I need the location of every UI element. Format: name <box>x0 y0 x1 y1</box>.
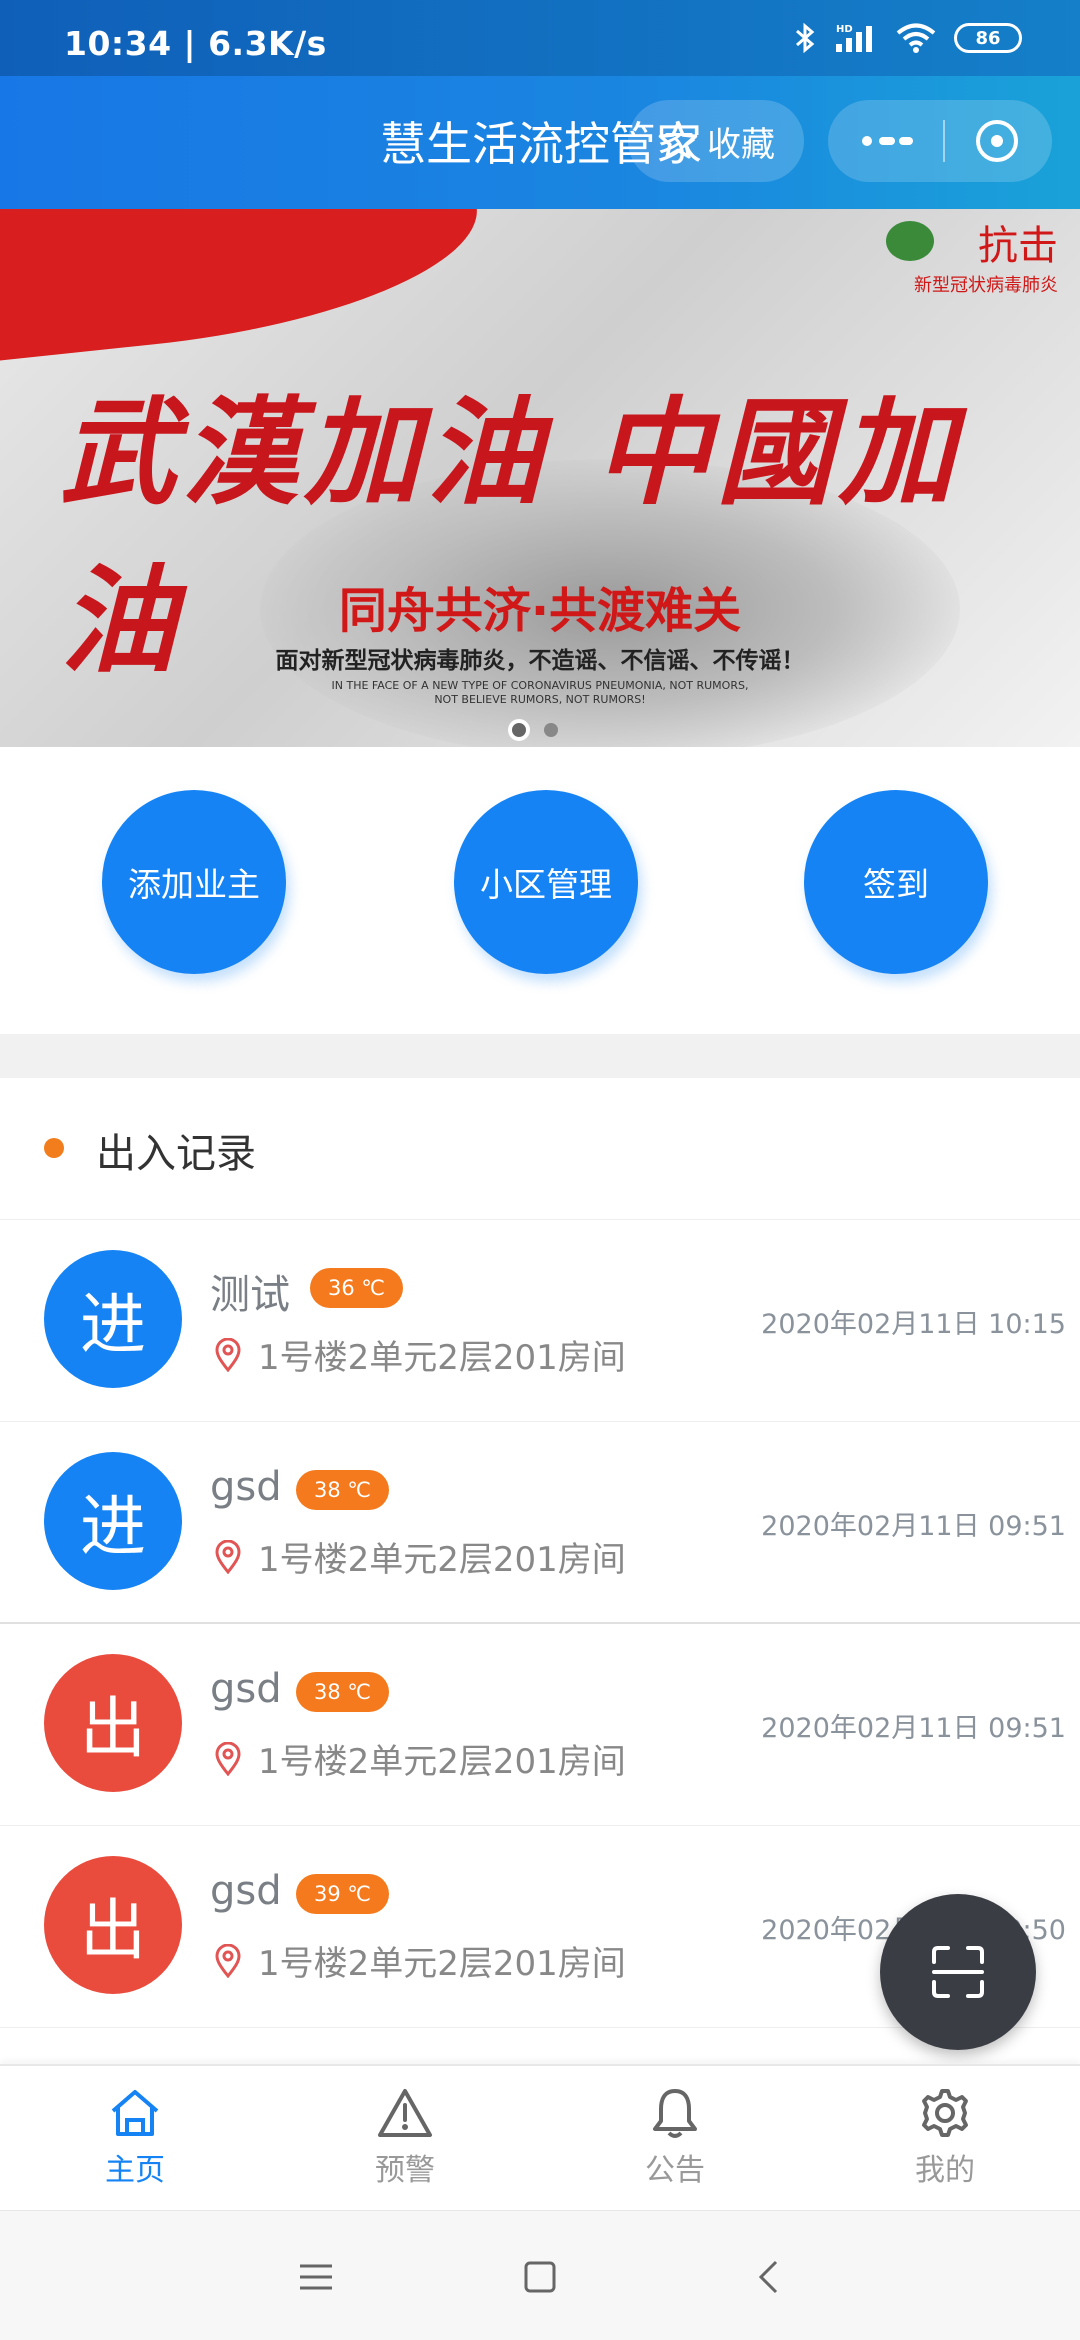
community-management-button[interactable]: 小区管理 <box>454 790 638 974</box>
carousel-dot[interactable] <box>544 723 558 737</box>
record-name: gsd <box>210 1868 282 1914</box>
scan-icon <box>932 1946 984 1998</box>
back-icon <box>758 2260 778 2294</box>
temperature-badge: 38 ℃ <box>296 1672 389 1712</box>
mini-program-capsule <box>828 100 1052 182</box>
record-name: 测试 <box>210 1272 290 1318</box>
status-bar: 10:34 | 6.3K/s HD 86 <box>0 0 1080 76</box>
record-row[interactable]: 出 gsd 38 ℃ 1号楼2单元2层201房间 2020年02月11日 09:… <box>0 1624 1080 1826</box>
tab-home[interactable]: 主页 <box>0 2066 270 2210</box>
direction-out-badge: 出 <box>44 1654 182 1792</box>
bluetooth-icon <box>796 22 815 54</box>
home-nav-button[interactable] <box>516 2253 564 2301</box>
temperature-badge: 36 ℃ <box>310 1268 403 1308</box>
close-mini-program-icon[interactable] <box>973 117 1021 165</box>
recent-apps-button[interactable] <box>292 2253 340 2301</box>
favorite-label: 收藏 <box>707 124 775 165</box>
add-owner-button[interactable]: 添加业主 <box>102 790 286 974</box>
direction-out-badge: 出 <box>44 1856 182 1994</box>
back-nav-button[interactable] <box>744 2253 792 2301</box>
title-bar: 10:34 | 6.3K/s HD 86 慧生活流控管家 收藏 <box>0 0 1080 209</box>
record-address: 1号楼2单元2层201房间 <box>258 1540 626 1580</box>
tab-announcement[interactable]: 公告 <box>540 2066 810 2210</box>
banner-subtitle: 同舟共济·共渡难关 <box>338 583 742 639</box>
capsule-divider <box>943 120 945 162</box>
record-time: 2020年02月11日 10:15 <box>761 1309 1066 1340</box>
tab-label: 我的 <box>915 2153 975 2188</box>
warning-icon <box>378 2089 432 2137</box>
section-bullet <box>44 1138 64 1158</box>
record-address: 1号楼2单元2层201房间 <box>258 1742 626 1782</box>
record-name: gsd <box>210 1464 282 1510</box>
banner-carousel[interactable]: 抗击 新型冠状病毒肺炎 武漢加油 中國加油 同舟共济·共渡难关 面对新型冠状病毒… <box>0 209 1080 747</box>
home-icon <box>111 2090 159 2136</box>
record-row[interactable]: 进 测试 36 ℃ 1号楼2单元2层201房间 2020年02月11日 10:1… <box>0 1220 1080 1422</box>
record-time: 2020年02月11日 09:51 <box>761 1713 1066 1744</box>
records-title: 出入记录 <box>96 1131 256 1177</box>
temperature-badge: 39 ℃ <box>296 1874 389 1914</box>
direction-in-badge: 进 <box>44 1250 182 1388</box>
location-pin-icon <box>215 1338 241 1372</box>
bell-icon <box>653 2089 697 2138</box>
record-address: 1号楼2单元2层201房间 <box>258 1944 626 1984</box>
records-header: 出入记录 <box>0 1078 1080 1220</box>
record-address: 1号楼2单元2层201房间 <box>258 1338 626 1378</box>
temperature-badge: 38 ℃ <box>296 1470 389 1510</box>
location-pin-icon <box>215 1742 241 1776</box>
record-row[interactable]: 进 gsd 38 ℃ 1号楼2单元2层201房间 2020年02月11日 09:… <box>0 1422 1080 1624</box>
tab-mine[interactable]: 我的 <box>810 2066 1080 2210</box>
location-pin-icon <box>215 1540 241 1574</box>
carousel-dot-active[interactable] <box>508 719 530 741</box>
menu-icon <box>300 2264 332 2290</box>
record-name: gsd <box>210 1666 282 1712</box>
system-icons: HD 86 <box>792 22 1022 54</box>
favorite-button[interactable]: 收藏 <box>628 100 804 182</box>
signal-icon: HD <box>836 24 872 52</box>
svg-text:HD: HD <box>836 24 853 35</box>
star-icon <box>658 121 698 159</box>
status-time: 10:34 | 6.3K/s <box>64 24 327 63</box>
more-icon[interactable] <box>859 133 915 149</box>
bottom-tab-bar: 主页 预警 公告 我的 <box>0 2064 1080 2210</box>
record-time: 2020年02月11日 09:51 <box>761 1511 1066 1542</box>
banner-description: 面对新型冠状病毒肺炎，不造谣、不信谣、不传谣！ <box>275 648 805 674</box>
section-divider <box>0 1034 1080 1078</box>
campaign-badge: 抗击 新型冠状病毒肺炎 <box>914 223 1058 296</box>
tab-label: 主页 <box>105 2153 165 2188</box>
scan-button[interactable] <box>880 1894 1036 2050</box>
carousel-indicator <box>508 719 558 741</box>
banner-english: IN THE FACE OF A NEW TYPE OF CORONAVIRUS… <box>331 679 749 706</box>
tab-warning[interactable]: 预警 <box>270 2066 540 2210</box>
location-pin-icon <box>215 1944 241 1978</box>
tab-label: 公告 <box>645 2153 705 2188</box>
square-icon <box>524 2261 556 2293</box>
gear-icon <box>922 2089 968 2137</box>
wifi-icon <box>896 23 936 53</box>
quick-actions: 添加业主 小区管理 签到 <box>0 790 1080 976</box>
red-ribbon-graphic <box>0 209 488 368</box>
direction-in-badge: 进 <box>44 1452 182 1590</box>
check-in-button[interactable]: 签到 <box>804 790 988 974</box>
battery-icon: 86 <box>954 23 1022 53</box>
tab-label: 预警 <box>375 2153 435 2188</box>
system-navigation-bar <box>0 2210 1080 2340</box>
